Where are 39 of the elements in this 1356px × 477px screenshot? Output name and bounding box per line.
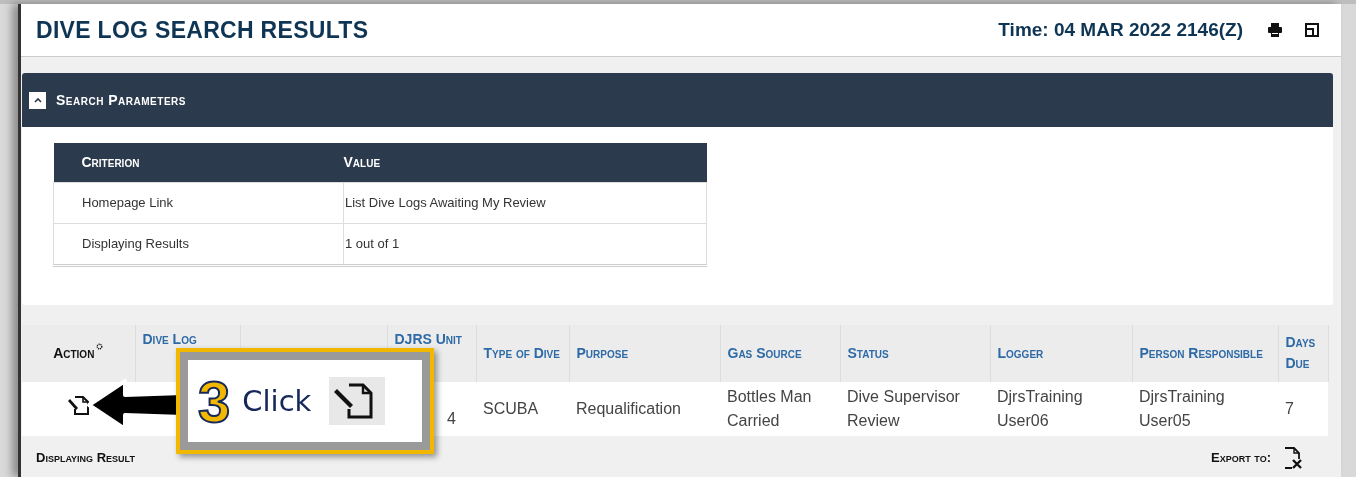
column-header: Action	[53, 343, 95, 363]
panel-title: Search Parameters	[56, 92, 186, 108]
window-icon[interactable]	[1305, 23, 1319, 37]
table-cell: 4	[447, 409, 456, 427]
table-cell: Homepage Link	[53, 182, 344, 223]
time-label: Time: 04 MAR 2022 2146(Z)	[998, 19, 1243, 41]
collapse-toggle[interactable]	[29, 91, 46, 109]
column-header[interactable]: DJRS Unit	[394, 328, 462, 350]
page-title: DIVE LOG SEARCH RESULTS	[36, 16, 370, 44]
excel-export-icon[interactable]	[1283, 446, 1303, 469]
step-number: 3	[198, 367, 231, 435]
column-header: Criterion	[53, 143, 344, 182]
callout-text: Click	[242, 384, 312, 418]
table-cell: DjrsTraining User06	[997, 387, 1083, 429]
print-icon[interactable]	[1267, 23, 1283, 37]
edit-icon	[329, 377, 386, 425]
table-cell: 7	[1285, 399, 1294, 417]
table-cell: Bottles Man Carried	[727, 387, 812, 429]
table-cell: DjrsTraining User05	[1139, 387, 1225, 429]
table-cell: Dive Supervisor Review	[847, 387, 960, 429]
table-cell: 1 out of 1	[343, 223, 707, 265]
column-header[interactable]: Logger	[997, 342, 1044, 364]
table-cell: List Dive Logs Awaiting My Review	[343, 182, 707, 223]
column-header[interactable]: Person Responsible	[1139, 342, 1263, 364]
caret-icon	[33, 97, 42, 103]
table-cell: SCUBA	[483, 399, 539, 417]
column-header: Value	[343, 143, 707, 182]
results-count-label: Displaying Result	[36, 450, 136, 465]
column-header[interactable]: Gas Source	[727, 342, 802, 364]
gear-icon[interactable]	[96, 342, 104, 350]
table-cell: Displaying Results	[53, 223, 344, 265]
column-header[interactable]: Dive Log	[142, 328, 197, 350]
column-header[interactable]: Days Due	[1285, 332, 1321, 374]
edit-icon[interactable]	[67, 395, 90, 415]
column-header[interactable]: Purpose	[576, 342, 629, 364]
export-label: Export to:	[1211, 450, 1271, 465]
column-header[interactable]: Status	[847, 342, 889, 364]
column-header[interactable]: Type of Dive	[483, 342, 560, 364]
table-cell: Requalification	[576, 399, 681, 417]
